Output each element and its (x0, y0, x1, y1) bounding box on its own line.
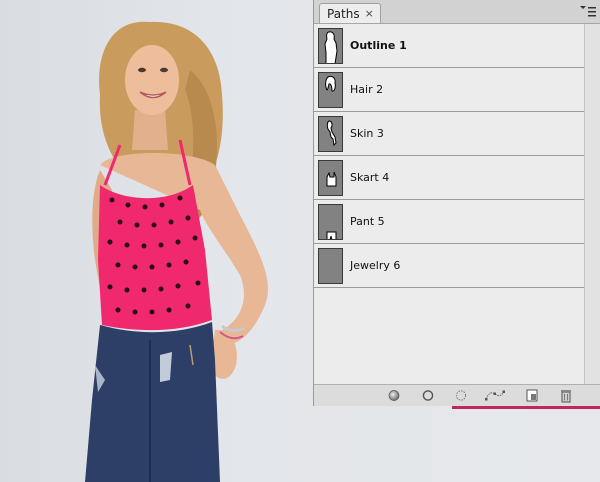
panel-tab-bar: Paths × (314, 0, 600, 24)
path-label: Pant 5 (350, 215, 385, 228)
path-row-hair-2[interactable]: Hair 2 (314, 68, 584, 112)
panel-menu-icon[interactable] (578, 4, 598, 20)
path-label: Skart 4 (350, 171, 390, 184)
make-work-path-icon[interactable] (484, 388, 506, 403)
paths-panel: Paths × Outline 1 Hair 2 Skin 3 Skart 4 … (313, 0, 600, 406)
path-row-pant-5[interactable]: Pant 5 (314, 200, 584, 244)
pant-path-thumbnail (318, 204, 343, 240)
new-path-icon[interactable] (524, 388, 540, 403)
tab-paths-label: Paths (327, 6, 360, 21)
skin-path-thumbnail (318, 116, 343, 152)
skart-path-thumbnail (318, 160, 343, 196)
path-row-skart-4[interactable]: Skart 4 (314, 156, 584, 200)
scrollbar[interactable] (584, 24, 600, 384)
woman-photo (85, 21, 268, 482)
path-row-outline-1[interactable]: Outline 1 (314, 24, 584, 68)
load-selection-icon[interactable] (453, 388, 469, 403)
paths-list: Outline 1 Hair 2 Skin 3 Skart 4 Pant 5 J… (314, 24, 584, 384)
outline-path-thumbnail (318, 28, 343, 64)
jewelry-path-thumbnail (318, 248, 343, 284)
close-icon[interactable]: × (365, 4, 374, 24)
stroke-path-icon[interactable] (420, 388, 436, 403)
hair-path-thumbnail (318, 72, 343, 108)
path-label: Jewelry 6 (350, 259, 401, 272)
fill-path-icon[interactable] (386, 388, 402, 403)
path-row-jewelry-6[interactable]: Jewelry 6 (314, 244, 584, 288)
path-label: Skin 3 (350, 127, 384, 140)
path-label: Outline 1 (350, 39, 407, 52)
panel-bottom-toolbar (314, 384, 600, 406)
tab-paths[interactable]: Paths × (319, 3, 381, 23)
delete-path-icon[interactable] (558, 388, 574, 403)
path-label: Hair 2 (350, 83, 384, 96)
path-row-skin-3[interactable]: Skin 3 (314, 112, 584, 156)
canvas-edge-stripe (452, 406, 600, 409)
